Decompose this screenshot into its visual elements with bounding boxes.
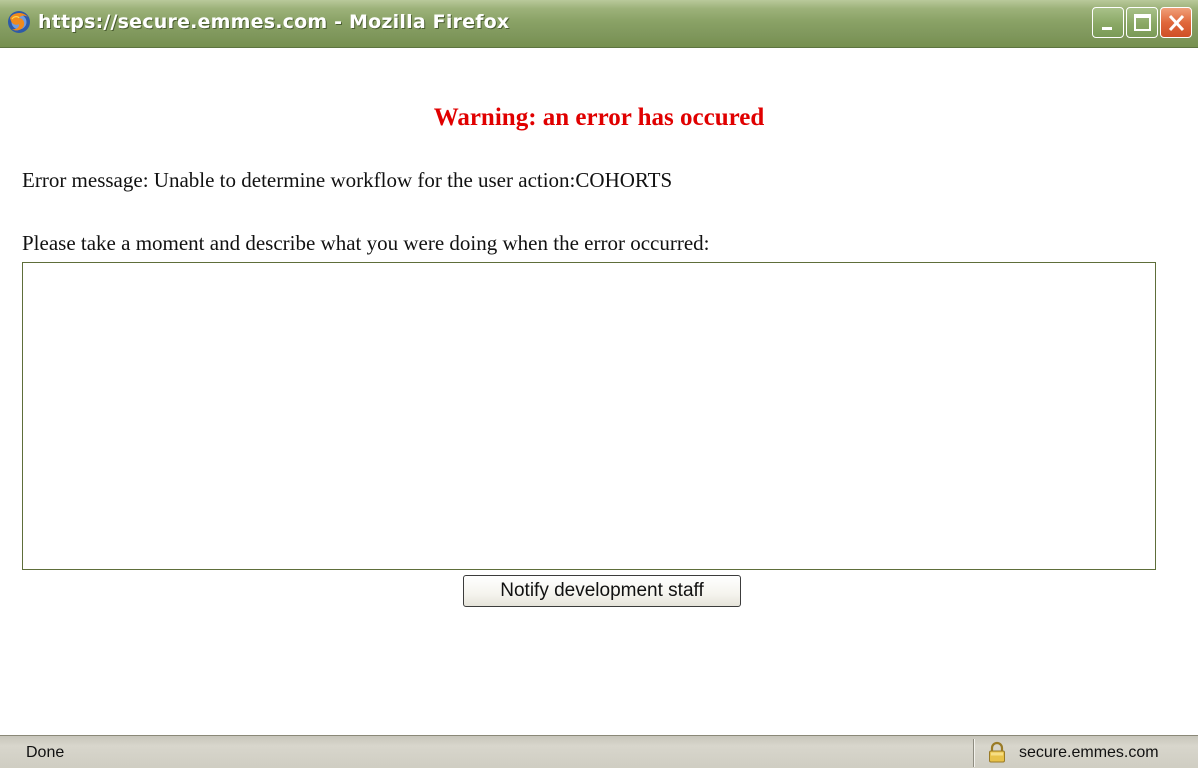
description-prompt: Please take a moment and describe what y… xyxy=(22,231,710,255)
description-textarea[interactable] xyxy=(22,262,1156,570)
close-button[interactable] xyxy=(1160,7,1192,38)
lock-icon[interactable] xyxy=(988,741,1006,763)
browser-window: https://secure.emmes.com - Mozilla Firef… xyxy=(0,0,1198,768)
notify-development-staff-button[interactable]: Notify development staff xyxy=(463,575,741,607)
page-content: Warning: an error has occured Error mess… xyxy=(0,48,1198,734)
window-title: https://secure.emmes.com - Mozilla Firef… xyxy=(38,11,510,33)
error-message: Error message: Unable to determine workf… xyxy=(22,168,673,192)
minimize-button[interactable] xyxy=(1092,7,1124,38)
close-icon xyxy=(1168,14,1185,32)
status-text: Done xyxy=(26,744,65,761)
status-domain[interactable]: secure.emmes.com xyxy=(1019,744,1159,762)
maximize-icon xyxy=(1134,14,1151,31)
status-bar: Done secure.emmes.com xyxy=(0,735,1198,768)
maximize-button[interactable] xyxy=(1126,7,1158,38)
minimize-icon xyxy=(1102,27,1112,30)
status-divider xyxy=(973,739,975,767)
warning-heading: Warning: an error has occured xyxy=(433,104,765,131)
title-bar[interactable]: https://secure.emmes.com - Mozilla Firef… xyxy=(0,0,1198,48)
firefox-icon xyxy=(8,11,30,33)
